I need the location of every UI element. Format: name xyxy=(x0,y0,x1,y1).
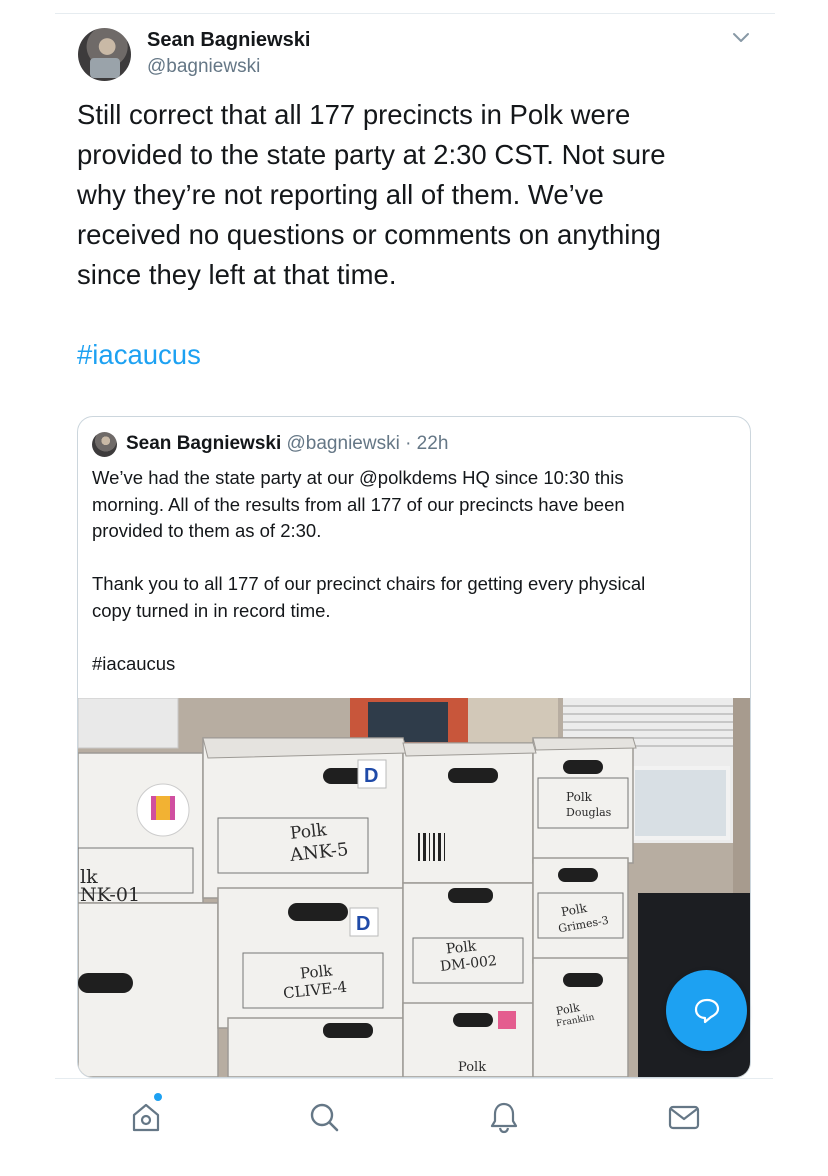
box-label: Douglas xyxy=(566,806,612,819)
tab-messages[interactable] xyxy=(666,1099,702,1135)
home-icon xyxy=(132,1103,160,1132)
author-handle[interactable]: @bagniewski xyxy=(147,56,260,78)
quoted-author-avatar xyxy=(92,432,117,457)
new-content-dot xyxy=(154,1093,162,1101)
quoted-tweet-header: Sean Bagniewski @bagniewski · 22h xyxy=(126,433,448,455)
chevron-down-icon[interactable] xyxy=(731,30,751,44)
hashtag-link[interactable]: #iacaucus xyxy=(77,335,201,375)
photo-box-labels: Polk ANK-5 lk NK-01 Polk CLIVE-4 Polk DM… xyxy=(78,698,750,1077)
tweet-text: Still correct that all 177 precincts in … xyxy=(77,99,666,290)
quoted-tweet-card[interactable]: Sean Bagniewski @bagniewski · 22h We’ve … xyxy=(77,416,751,1078)
compose-reply-icon xyxy=(694,998,720,1024)
box-label: Polk xyxy=(559,900,588,920)
box-label: Polk xyxy=(458,1060,487,1075)
author-name[interactable]: Sean Bagniewski xyxy=(147,29,310,52)
quoted-tweet-text: We’ve had the state party at our @polkde… xyxy=(92,467,646,674)
quoted-tweet-photo[interactable]: D D Polk ANK-5 lk NK-01 Polk CLIVE-4 Pol… xyxy=(78,698,750,1077)
quoted-author-meta: @bagniewski · 22h xyxy=(286,433,449,454)
bottom-tab-bar xyxy=(55,1078,773,1176)
tab-search[interactable] xyxy=(306,1099,342,1135)
compose-reply-button[interactable] xyxy=(666,970,747,1051)
search-icon xyxy=(310,1103,339,1132)
box-label: Polk xyxy=(566,790,592,804)
tab-notifications[interactable] xyxy=(486,1099,522,1135)
box-label: CLIVE-4 xyxy=(282,977,348,1003)
box-label: Polk xyxy=(289,820,328,844)
author-avatar[interactable] xyxy=(78,28,131,81)
messages-icon xyxy=(668,1105,700,1130)
notifications-icon xyxy=(490,1102,518,1134)
top-divider xyxy=(55,13,775,14)
box-label: NK-01 xyxy=(80,884,141,906)
tab-home[interactable] xyxy=(128,1093,164,1135)
quoted-author-name: Sean Bagniewski xyxy=(126,433,282,454)
